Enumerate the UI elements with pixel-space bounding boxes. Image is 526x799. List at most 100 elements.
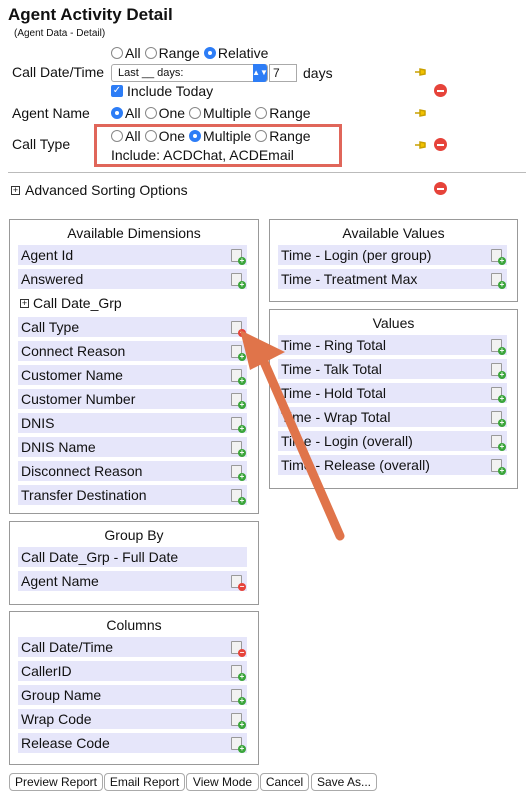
cancel-button[interactable]: Cancel xyxy=(260,773,309,791)
list-item[interactable]: Disconnect Reason xyxy=(18,461,247,481)
plus-badge-icon: + xyxy=(498,466,506,475)
add-document-icon[interactable]: + xyxy=(231,273,246,289)
plus-badge-icon: + xyxy=(498,394,506,403)
page-title: Agent Activity Detail xyxy=(8,5,173,24)
agent-name-radio-group: All One Multiple Range xyxy=(111,105,315,121)
list-item-label: Call Type xyxy=(21,319,80,335)
add-document-icon[interactable]: + xyxy=(231,689,246,705)
panel-title: Columns xyxy=(106,617,162,633)
plus-badge-icon: + xyxy=(498,442,506,451)
list-item[interactable]: Customer Name xyxy=(18,365,247,385)
plus-badge-icon: + xyxy=(498,256,506,265)
add-document-icon[interactable]: + xyxy=(491,387,506,403)
annotation-arrow xyxy=(240,330,345,541)
call-type-include-text[interactable]: Include: ACDChat, ACDEmail xyxy=(111,147,294,163)
list-item[interactable]: Call Date/Time xyxy=(18,637,247,657)
checkmark-icon: ✓ xyxy=(111,85,123,97)
add-document-icon[interactable]: + xyxy=(231,249,246,265)
pin-icon[interactable] xyxy=(414,140,428,150)
list-item[interactable]: Wrap Code xyxy=(18,709,247,729)
email-report-button[interactable]: Email Report xyxy=(104,773,185,791)
radio-dot-icon xyxy=(144,130,157,142)
list-item[interactable]: DNIS Name xyxy=(18,437,247,457)
expand-plus-icon: + xyxy=(11,184,20,195)
list-item[interactable]: Group Name xyxy=(18,685,247,705)
list-item[interactable]: Time - Treatment Max xyxy=(278,269,507,289)
list-item[interactable]: CallerID xyxy=(18,661,247,681)
agent-name-radio-one[interactable]: One xyxy=(144,105,185,121)
add-document-icon[interactable]: + xyxy=(231,713,246,729)
list-item-label: Answered xyxy=(21,271,84,287)
list-item-label: Agent Id xyxy=(21,247,74,263)
save-as-button[interactable]: Save As... xyxy=(311,773,377,791)
panel-title: Available Dimensions xyxy=(67,225,201,241)
list-item[interactable]: Call Date_Grp - Full Date xyxy=(18,547,247,567)
call-datetime-radio-group: All Range Relative xyxy=(111,45,272,61)
preview-report-button[interactable]: Preview Report xyxy=(9,773,103,791)
remove-document-icon[interactable]: − xyxy=(231,641,246,657)
radio-dot-icon xyxy=(255,107,268,119)
call-type-radio-one[interactable]: One xyxy=(144,128,185,144)
call-datetime-radio-relative[interactable]: Relative xyxy=(203,45,268,61)
delete-icon[interactable] xyxy=(434,84,447,97)
call-datetime-radio-range[interactable]: Range xyxy=(144,45,200,61)
expand-plus-icon: + xyxy=(20,297,29,308)
list-item[interactable]: DNIS xyxy=(18,413,247,433)
radio-dot-selected-icon xyxy=(111,107,123,119)
add-document-icon[interactable]: + xyxy=(491,435,506,451)
call-datetime-radio-all[interactable]: All xyxy=(111,45,141,61)
list-group-expander[interactable]: + Call Date_Grp xyxy=(20,295,122,311)
list-item[interactable]: Call Type xyxy=(18,317,247,337)
days-input[interactable]: 7 xyxy=(269,64,297,82)
radio-dot-icon xyxy=(144,107,157,119)
list-item[interactable]: Agent Id xyxy=(18,245,247,265)
add-document-icon[interactable]: + xyxy=(491,249,506,265)
call-datetime-label: Call Date/Time xyxy=(12,64,105,80)
plus-badge-icon: + xyxy=(238,720,246,729)
panel-title: Group By xyxy=(104,527,164,543)
add-document-icon[interactable]: + xyxy=(231,737,246,753)
list-item[interactable]: Agent Name xyxy=(18,571,247,591)
pin-icon[interactable] xyxy=(414,108,428,118)
list-item[interactable]: Transfer Destination xyxy=(18,485,247,505)
include-today-checkbox[interactable]: ✓ Include Today xyxy=(111,83,213,99)
radio-dot-icon xyxy=(189,107,202,119)
minus-badge-icon: − xyxy=(238,582,246,591)
view-mode-button[interactable]: View Mode xyxy=(186,773,259,791)
agent-name-radio-multiple[interactable]: Multiple xyxy=(189,105,251,121)
agent-name-radio-all[interactable]: All xyxy=(111,105,141,121)
delete-icon[interactable] xyxy=(434,182,447,195)
list-item[interactable]: Release Code xyxy=(18,733,247,753)
add-document-icon[interactable]: + xyxy=(491,273,506,289)
call-type-radio-range[interactable]: Range xyxy=(255,128,311,144)
call-type-radio-multiple[interactable]: Multiple xyxy=(189,128,251,144)
list-item-label: Call Date_Grp xyxy=(33,295,122,311)
list-item[interactable]: Customer Number xyxy=(18,389,247,409)
relative-range-select[interactable]: Last __ days: ▲▼ xyxy=(111,64,268,82)
call-type-radio-all[interactable]: All xyxy=(111,128,141,144)
add-document-icon[interactable]: + xyxy=(491,459,506,475)
list-item-label: Call Date_Grp - Full Date xyxy=(21,549,179,565)
list-item-label: DNIS xyxy=(21,415,55,431)
add-document-icon[interactable]: + xyxy=(491,363,506,379)
list-item-label: Wrap Code xyxy=(21,711,92,727)
pin-icon[interactable] xyxy=(414,67,428,77)
list-item-label: DNIS Name xyxy=(21,439,96,455)
list-item[interactable]: Connect Reason xyxy=(18,341,247,361)
list-item[interactable]: Answered xyxy=(18,269,247,289)
agent-name-radio-range[interactable]: Range xyxy=(255,105,311,121)
add-document-icon[interactable]: + xyxy=(491,411,506,427)
add-document-icon[interactable]: + xyxy=(491,339,506,355)
plus-badge-icon: + xyxy=(238,744,246,753)
plus-badge-icon: + xyxy=(238,696,246,705)
plus-badge-icon: + xyxy=(238,280,246,289)
remove-document-icon[interactable]: − xyxy=(231,575,246,591)
add-document-icon[interactable]: + xyxy=(231,665,246,681)
advanced-sorting-toggle[interactable]: + Advanced Sorting Options xyxy=(11,182,188,198)
radio-dot-icon xyxy=(255,130,268,142)
plus-badge-icon: + xyxy=(498,370,506,379)
agent-name-label: Agent Name xyxy=(12,105,90,121)
delete-icon[interactable] xyxy=(434,138,447,151)
list-item[interactable]: Time - Login (per group) xyxy=(278,245,507,265)
radio-dot-icon xyxy=(111,47,123,59)
